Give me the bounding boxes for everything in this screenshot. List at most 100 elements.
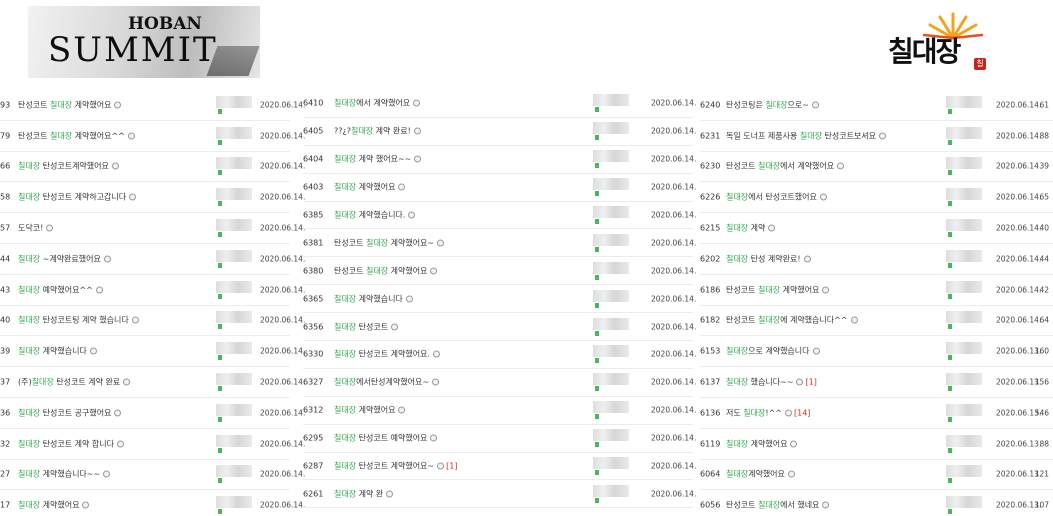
post-title-link[interactable]: ??¿?칠대장 계약 완료!	[334, 126, 421, 137]
post-title-link[interactable]: 칠대장 탄성코트	[334, 321, 399, 332]
author-blurred[interactable]	[216, 433, 252, 455]
list-item[interactable]: 36 칠대장 탄성코트 공구했어요 2020.06.14.	[0, 398, 305, 429]
author-blurred[interactable]	[593, 260, 629, 282]
post-title-link[interactable]: 칠대장 탄성코트 공구했어요	[18, 407, 122, 418]
post-title-link[interactable]: 칠대장 계약했어요	[726, 438, 798, 449]
post-title-link[interactable]: 탄성코트 칠대장 계약했어요^^	[18, 130, 135, 141]
post-title-link[interactable]: 도닥코!	[18, 223, 54, 234]
list-item[interactable]: 6295 칠대장 탄성코트 예약했어요 2020.06.14.	[303, 425, 696, 453]
list-item[interactable]: 6153 칠대장으로 계약했습니다 2020.06.13. 160	[700, 336, 1053, 368]
post-title-link[interactable]: 칠대장 계약했어요	[334, 182, 406, 193]
author-blurred[interactable]	[946, 494, 982, 516]
author-blurred[interactable]	[946, 155, 982, 177]
author-blurred[interactable]	[593, 316, 629, 338]
post-title-link[interactable]: 탄성코트 칠대장 계약했어요	[18, 99, 122, 110]
post-title-link[interactable]: (주)칠대장 탄성코트 계약 완료	[18, 377, 131, 388]
author-blurred[interactable]	[946, 186, 982, 208]
author-blurred[interactable]	[593, 232, 629, 254]
list-item[interactable]: 58 칠대장 탄성코트 계약하고갑니다 2020.06.14.	[0, 182, 305, 214]
post-title-link[interactable]: 칠대장 탄성코트 계약했어요~ [1]	[334, 461, 457, 472]
comment-count[interactable]: [14]	[794, 408, 810, 417]
list-item[interactable]: 6330 칠대장 탄성코트 계약했어요. 2020.06.14.	[303, 341, 696, 369]
list-item[interactable]: 6404 칠대장 계약 했어요~~ 2020.06.14.	[303, 146, 696, 174]
author-blurred[interactable]	[216, 494, 252, 516]
author-blurred[interactable]	[593, 120, 629, 142]
post-title-link[interactable]: 칠대장 ~계약완료했어요	[18, 253, 111, 264]
post-title-link[interactable]: 칠대장 탄성코트 계약하고갑니다	[18, 192, 137, 203]
author-blurred[interactable]	[216, 125, 252, 147]
list-item[interactable]: 6356 칠대장 탄성코트 2020.06.14.	[303, 313, 696, 342]
author-blurred[interactable]	[593, 399, 629, 421]
author-blurred[interactable]	[593, 427, 629, 449]
list-item[interactable]: 93 탄성코트 칠대장 계약했어요 2020.06.14.	[0, 90, 305, 121]
list-item[interactable]: 6215 칠대장 계약 2020.06.14. 40	[700, 213, 1053, 244]
post-title-link[interactable]: 칠대장 계약	[726, 223, 776, 234]
author-blurred[interactable]	[216, 371, 252, 393]
list-item[interactable]: 6410 칠대장에서 계약했어요 2020.06.14.	[303, 90, 696, 118]
author-blurred[interactable]	[946, 94, 982, 116]
list-item[interactable]: 6226 칠대장에서 탄성코트했어요 2020.06.14. 65	[700, 182, 1053, 214]
author-blurred[interactable]	[216, 402, 252, 424]
list-item[interactable]: 6403 칠대장 계약했어요 2020.06.14.	[303, 174, 696, 202]
list-item[interactable]: 17 칠대장 계약했어요 2020.06.14.	[0, 490, 305, 516]
author-blurred[interactable]	[216, 94, 252, 116]
author-blurred[interactable]	[946, 402, 982, 424]
list-item[interactable]: 6312 칠대장 계약했어요 2020.06.14.	[303, 397, 696, 425]
list-item[interactable]: 6230 탄성코트 칠대장에서 계약했어요 2020.06.14. 39	[700, 152, 1053, 183]
list-item[interactable]: 6327 칠대장에서탄성계약했어요~ 2020.06.14.	[303, 369, 696, 397]
list-item[interactable]: 79 탄성코트 칠대장 계약했어요^^ 2020.06.14.	[0, 121, 305, 152]
list-item[interactable]: 37 (주)칠대장 탄성코트 계약 완료 2020.06.14.	[0, 367, 305, 398]
list-item[interactable]: 44 칠대장 ~계약완료했어요 2020.06.14.	[0, 244, 305, 275]
author-blurred[interactable]	[593, 288, 629, 310]
post-title-link[interactable]: 칠대장 계약했습니다~~	[18, 469, 111, 480]
list-item[interactable]: 43 칠대장 예약했어요^^ 2020.06.14.	[0, 275, 305, 306]
list-item[interactable]: 6287 칠대장 탄성코트 계약했어요~ [1] 2020.06.14.	[303, 453, 696, 481]
list-item[interactable]: 6136 저도 칠대장!^^ [14] 2020.06.13. 546	[700, 398, 1053, 429]
post-title-link[interactable]: 칠대장 탄성코트 예약했어요	[334, 433, 438, 444]
author-blurred[interactable]	[946, 463, 982, 485]
post-title-link[interactable]: 탄성코트 칠대장 계약했어요	[334, 265, 438, 276]
post-title-link[interactable]: 탄성코팅은 칠대장으로~	[726, 99, 819, 110]
author-blurred[interactable]	[946, 279, 982, 301]
list-item[interactable]: 40 칠대장 탄성코트팅 계약 했습니다 2020.06.14.	[0, 306, 305, 337]
post-title-link[interactable]: 칠대장 탄성코트 계약했어요.	[334, 349, 440, 360]
author-blurred[interactable]	[216, 279, 252, 301]
author-blurred[interactable]	[593, 343, 629, 365]
author-blurred[interactable]	[593, 455, 629, 477]
post-title-link[interactable]: 칠대장 계약했어요	[334, 405, 406, 416]
list-item[interactable]: 6202 칠대장 탄성 계약완료! 2020.06.14. 44	[700, 244, 1053, 275]
post-title-link[interactable]: 칠대장으로 계약했습니다	[726, 346, 820, 357]
post-title-link[interactable]: 탄성코트 칠대장 계약했어요~	[334, 237, 445, 248]
author-blurred[interactable]	[946, 217, 982, 239]
list-item[interactable]: 6240 탄성코팅은 칠대장으로~ 2020.06.14. 61	[700, 90, 1053, 121]
author-blurred[interactable]	[593, 204, 629, 226]
comment-count[interactable]: [1]	[805, 378, 816, 387]
post-title-link[interactable]: 칠대장 탄성코트계약했어요	[18, 161, 119, 172]
list-item[interactable]: 6261 칠대장 계약 완 2020.06.14.	[303, 480, 696, 509]
author-blurred[interactable]	[216, 155, 252, 177]
author-blurred[interactable]	[593, 148, 629, 170]
post-title-link[interactable]: 탄성코트 칠대장에 계약했습니다^^	[726, 315, 858, 326]
comment-count[interactable]: [1]	[446, 462, 457, 471]
list-item[interactable]: 57 도닥코! 2020.06.14.	[0, 213, 305, 244]
list-item[interactable]: 27 칠대장 계약했습니다~~ 2020.06.14.	[0, 460, 305, 491]
author-blurred[interactable]	[946, 125, 982, 147]
author-blurred[interactable]	[593, 371, 629, 393]
author-blurred[interactable]	[593, 176, 629, 198]
list-item[interactable]: 39 칠대장 계약했습니다 2020.06.14.	[0, 336, 305, 368]
post-title-link[interactable]: 칠대장 계약 했어요~~	[334, 154, 422, 165]
list-item[interactable]: 6381 탄성코트 칠대장 계약했어요~ 2020.06.14.	[303, 229, 696, 258]
post-title-link[interactable]: 탄성코트 칠대장에서 했네요	[726, 500, 830, 511]
author-blurred[interactable]	[216, 248, 252, 270]
post-title-link[interactable]: 칠대장 계약했습니다	[334, 293, 413, 304]
post-title-link[interactable]: 독일 도너프 제품사용 칠대장 탄성코트보셔요	[726, 130, 887, 141]
author-blurred[interactable]	[946, 309, 982, 331]
post-title-link[interactable]: 칠대장에서 탄성코트했어요	[726, 192, 827, 203]
list-item[interactable]: 6056 탄성코트 칠대장에서 했네요 2020.06.13. 107	[700, 490, 1053, 516]
list-item[interactable]: 6385 칠대장 계약했습니다. 2020.06.14.	[303, 202, 696, 230]
author-blurred[interactable]	[593, 92, 629, 114]
post-title-link[interactable]: 칠대장 했습니다~~ [1]	[726, 377, 817, 388]
author-blurred[interactable]	[216, 217, 252, 239]
post-title-link[interactable]: 칠대장 탄성 계약완료!	[726, 253, 811, 264]
list-item[interactable]: 6064 칠대장계약했어요 2020.06.13. 121	[700, 460, 1053, 491]
